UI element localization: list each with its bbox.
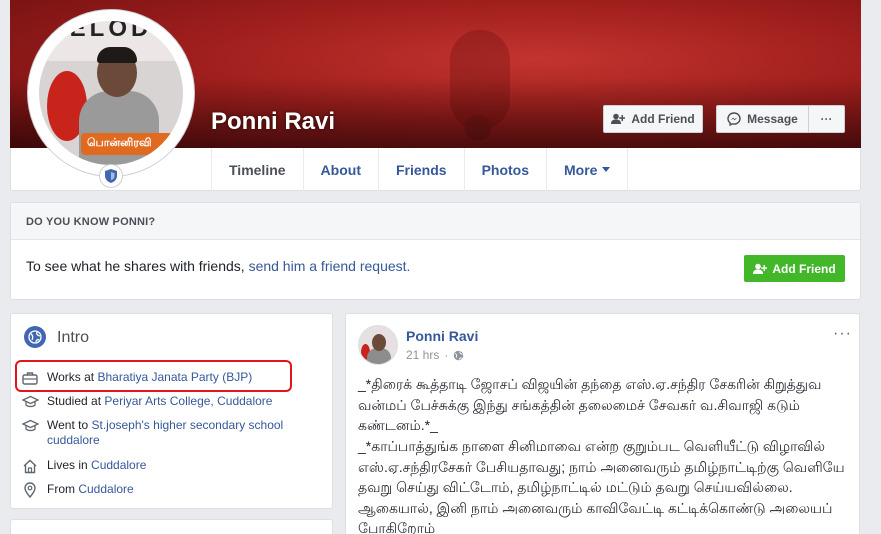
add-friend-green-label: Add Friend [772, 261, 836, 276]
intro-from-link[interactable]: Cuddalore [78, 482, 133, 496]
next-card [10, 519, 333, 534]
do-you-know-message: To see what he shares with friends, [26, 258, 245, 274]
tab-photos-label: Photos [481, 161, 530, 178]
intro-item-from: From Cuddalore [21, 482, 134, 498]
post-options-button[interactable]: ··· [833, 325, 852, 343]
post-text-paragraph: _*காப்பாத்துங்க நாளை சினிமாவை என்ற குறும… [358, 438, 845, 534]
intro-lives-link[interactable]: Cuddalore [91, 458, 146, 472]
intro-college-prefix: Studied at [47, 394, 102, 408]
profile-tab-bar: Timeline About Friends Photos More [211, 148, 629, 191]
tab-timeline-label: Timeline [229, 161, 286, 178]
intro-item-school: Went to St.joseph's higher secondary sch… [21, 418, 301, 448]
briefcase-icon [21, 370, 39, 386]
profile-picture-text: IELOD [59, 21, 153, 42]
tab-about-label: About [320, 161, 361, 178]
message-button[interactable]: Message [716, 105, 809, 133]
add-friend-label: Add Friend [631, 112, 695, 126]
tab-more-label: More [564, 161, 598, 178]
intro-from-prefix: From [47, 482, 75, 496]
graduation-cap-icon [21, 394, 39, 410]
add-friend-button-green[interactable]: Add Friend [744, 255, 845, 282]
post-time-text: 21 hrs [406, 348, 440, 362]
location-pin-icon [21, 482, 39, 498]
post-text-paragraph: _*திரைக் கூத்தாடி ஜோசப் விஜயின் தந்தை எஸ… [358, 376, 822, 433]
do-you-know-title: DO YOU KNOW PONNI? [26, 216, 156, 228]
intro-item-work: Works at Bharatiya Janata Party (BJP) [21, 370, 252, 386]
messenger-icon [727, 112, 741, 126]
globe-icon [24, 326, 46, 348]
tab-about[interactable]: About [302, 148, 378, 191]
tab-timeline[interactable]: Timeline [211, 148, 303, 191]
add-friend-button[interactable]: Add Friend [603, 105, 703, 133]
profile-name[interactable]: Ponni Ravi [211, 108, 335, 136]
post-timestamp[interactable]: 21 hrs · [406, 348, 464, 362]
intro-school-prefix: Went to [47, 418, 89, 432]
graduation-cap-icon [21, 418, 39, 434]
more-dots-icon: ··· [820, 112, 833, 126]
intro-work-prefix: Works at [47, 370, 95, 384]
chevron-down-icon [602, 167, 611, 172]
profile-picture-banner-text: பொன்னிரவி [87, 137, 152, 149]
tab-photos[interactable]: Photos [463, 148, 546, 191]
tab-friends-label: Friends [395, 161, 447, 178]
shield-icon [105, 169, 117, 183]
more-dots-icon: ··· [833, 325, 852, 342]
do-you-know-text: To see what he shares with friends, send… [26, 258, 410, 274]
more-options-button[interactable]: ··· [808, 105, 845, 133]
message-label: Message [747, 112, 798, 126]
intro-lives-prefix: Lives in [47, 458, 88, 472]
intro-college-link[interactable]: Periyar Arts College, Cuddalore [104, 394, 272, 408]
profile-picture[interactable]: IELOD பொன்னிரவி [39, 21, 183, 165]
tab-friends[interactable]: Friends [377, 148, 464, 191]
friend-request-link[interactable]: send him a friend request. [249, 258, 411, 274]
profile-guard-badge [99, 164, 123, 188]
intro-item-college: Studied at Periyar Arts College, Cuddalo… [21, 394, 272, 410]
intro-item-lives: Lives in Cuddalore [21, 458, 146, 474]
intro-work-link[interactable]: Bharatiya Janata Party (BJP) [97, 370, 252, 384]
add-friend-icon [611, 113, 626, 124]
tab-more[interactable]: More [546, 148, 629, 191]
post-author-name[interactable]: Ponni Ravi [406, 328, 478, 344]
post-author-avatar[interactable] [358, 325, 398, 365]
add-friend-icon [753, 263, 768, 274]
intro-title: Intro [57, 329, 90, 346]
home-icon [21, 458, 39, 474]
globe-privacy-icon [454, 350, 464, 360]
